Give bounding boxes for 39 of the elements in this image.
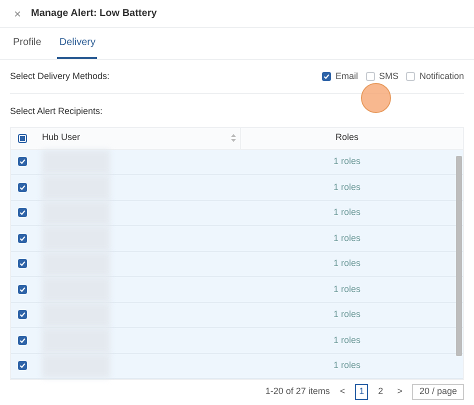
- page-button[interactable]: 1: [355, 384, 368, 400]
- table-cell: 1 roles: [333, 284, 360, 294]
- table-cell: 1 roles: [333, 156, 360, 166]
- page-size-select[interactable]: 20 / page: [412, 384, 464, 400]
- page-button[interactable]: 2: [374, 384, 388, 400]
- checkbox[interactable]: [18, 259, 26, 268]
- pagination-summary: 1-20 of 27 items: [265, 385, 330, 398]
- checkbox[interactable]: [322, 72, 332, 81]
- table-cell: 1 roles: [333, 334, 360, 344]
- checkbox-label: Notification: [419, 70, 464, 83]
- click-indicator: [361, 83, 391, 113]
- checkbox[interactable]: [18, 234, 26, 243]
- checkbox[interactable]: [18, 310, 26, 320]
- scrollbar[interactable]: [456, 156, 462, 356]
- column-header: Hub User: [42, 131, 80, 144]
- select-all-checkbox[interactable]: [18, 134, 26, 142]
- checkbox[interactable]: [18, 284, 26, 294]
- checkbox-label: Email: [335, 70, 358, 83]
- checkbox[interactable]: [18, 182, 26, 192]
- section-label: Select Alert Recipients:: [10, 106, 103, 116]
- table-cell: 1 roles: [333, 232, 360, 242]
- column-header: Roles: [335, 132, 358, 142]
- table-cell: 1 roles: [333, 258, 360, 268]
- table-cell: 1 roles: [333, 182, 360, 192]
- section-label: Select Delivery Methods:: [10, 70, 110, 83]
- tab[interactable]: Delivery: [57, 28, 98, 59]
- tab[interactable]: Profile: [11, 28, 44, 59]
- table-cell: 1 roles: [333, 207, 360, 217]
- checkbox-label: SMS: [378, 70, 398, 83]
- next-page-button[interactable]: >: [393, 384, 406, 400]
- table-cell: 1 roles: [333, 360, 360, 370]
- checkbox[interactable]: [18, 336, 26, 345]
- previous-page-button[interactable]: <: [336, 384, 350, 400]
- checkbox[interactable]: [18, 157, 26, 166]
- checkbox[interactable]: [18, 208, 26, 218]
- close-icon[interactable]: ×: [14, 8, 22, 20]
- table-cell: 1 roles: [333, 309, 360, 319]
- checkbox[interactable]: [18, 361, 26, 370]
- window-title: Manage Alert: Low Battery: [31, 7, 157, 21]
